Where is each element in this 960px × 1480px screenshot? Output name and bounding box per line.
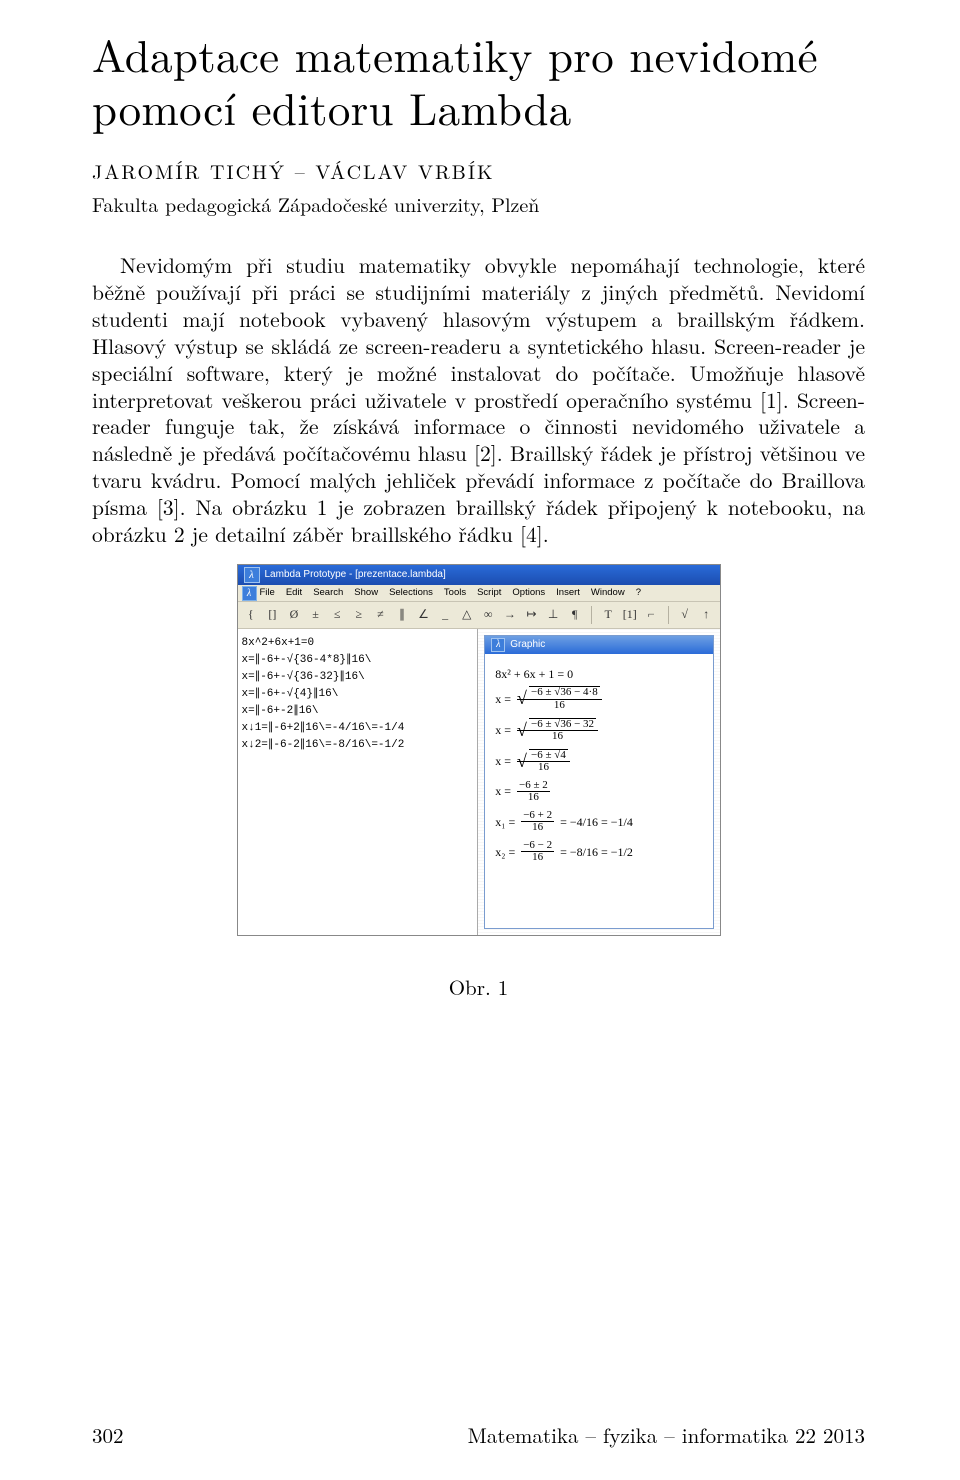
lambda-window: λ Lambda Prototype - [prezentace.lambda]… <box>237 564 721 936</box>
tb-angle[interactable]: ∠ <box>416 607 431 622</box>
lambda-menu-icon: λ <box>242 586 257 601</box>
tb-sqrt[interactable]: √ <box>677 607 692 622</box>
menu-options[interactable]: Options <box>512 587 545 598</box>
graphic-subwindow: λ Graphic 8x² + 6x + 1 = 0 x = −6 ± √36 … <box>484 635 713 929</box>
figure-caption: Obr. 1 <box>92 972 865 1002</box>
equation-line: x = −6 ± √36 − 32 16 <box>495 718 702 743</box>
page-number: 302 <box>92 1420 124 1450</box>
editor-line: x=∥-6+-2∥16\ <box>242 703 474 720</box>
article-body: Nevidomým při studiu matematiky obvykle … <box>92 252 865 548</box>
equation-line: x = −6 ± √36 − 4·8 16 <box>495 686 702 711</box>
tb-underscore[interactable]: _ <box>438 607 453 622</box>
toolbar: { [] Ø ± ≤ ≥ ≠ ∥ ∠ _ △ ∞ → ↦ ⊥ ¶ T [1] ⌐ <box>238 602 720 629</box>
page-footer: 302 Matematika – fyzika – informatika 22… <box>92 1420 865 1450</box>
tb-neg[interactable]: ⌐ <box>644 607 659 622</box>
equation-line: x₂ = −6 − 2 16 = −8/16 = −1/2 <box>495 840 702 864</box>
tb-le[interactable]: ≤ <box>330 607 345 622</box>
tb-brace[interactable]: { <box>244 607 259 622</box>
article-title: Adaptace matematiky pro nevidomé pomocí … <box>92 28 865 134</box>
tb-infinity[interactable]: ∞ <box>481 607 496 622</box>
graphic-body: 8x² + 6x + 1 = 0 x = −6 ± √36 − 4·8 16 x… <box>485 654 712 928</box>
editor-line: x↓2=∥-6-2∥16\=-8/16\=-1/2 <box>242 737 474 754</box>
equation-line: x₁ = −6 + 2 16 = −4/16 = −1/4 <box>495 810 702 834</box>
tb-parallel[interactable]: ∥ <box>395 607 410 622</box>
editor-line: x=∥-6+-√{4}∥16\ <box>242 686 474 703</box>
menu-insert[interactable]: Insert <box>556 587 580 598</box>
tb-brackets[interactable]: [] <box>265 607 280 622</box>
equation-line: x = −6 ± 2 16 <box>495 780 702 804</box>
lambda-icon: λ <box>244 567 260 583</box>
menu-help[interactable]: ? <box>636 587 641 598</box>
tb-mapsto[interactable]: ↦ <box>524 607 539 622</box>
tb-text[interactable]: T <box>601 607 616 622</box>
graphic-pane: λ Graphic 8x² + 6x + 1 = 0 x = −6 ± √36 … <box>478 629 719 935</box>
editor-line: x↓1=∥-6+2∥16\=-4/16\=-1/4 <box>242 720 474 737</box>
content-area: 8x^2+6x+1=0 x=∥-6+-√{36-4*8}∥16\ x=∥-6+-… <box>238 629 720 935</box>
menu-selections[interactable]: Selections <box>389 587 433 598</box>
tb-ge[interactable]: ≥ <box>351 607 366 622</box>
tb-arrow[interactable]: → <box>503 607 518 622</box>
menu-show[interactable]: Show <box>354 587 378 598</box>
menu-search[interactable]: Search <box>313 587 343 598</box>
graphic-titlebar: λ Graphic <box>485 636 712 654</box>
menu-edit[interactable]: Edit <box>286 587 302 598</box>
window-title: Lambda Prototype - [prezentace.lambda] <box>265 569 446 580</box>
menu-script[interactable]: Script <box>477 587 501 598</box>
editor-line: 8x^2+6x+1=0 <box>242 635 474 652</box>
journal-info: Matematika – fyzika – informatika 22 201… <box>468 1420 865 1450</box>
menu-bar: λ File Edit Search Show Selections Tools… <box>238 585 720 602</box>
tb-pilcrow[interactable]: ¶ <box>567 607 582 622</box>
tb-emptyset[interactable]: Ø <box>287 607 302 622</box>
tb-neq[interactable]: ≠ <box>373 607 388 622</box>
editor-line: x=∥-6+-√{36-32}∥16\ <box>242 669 474 686</box>
lambda-icon: λ <box>491 638 505 652</box>
window-titlebar: λ Lambda Prototype - [prezentace.lambda] <box>238 565 720 585</box>
tb-1bracket[interactable]: [1] <box>622 607 637 622</box>
equation-line: x = −6 ± √4 16 <box>495 749 702 774</box>
tb-up[interactable]: ↑ <box>699 607 714 622</box>
linear-editor[interactable]: 8x^2+6x+1=0 x=∥-6+-√{36-4*8}∥16\ x=∥-6+-… <box>238 629 479 935</box>
tb-perp[interactable]: ⊥ <box>546 607 561 622</box>
editor-line: x=∥-6+-√{36-4*8}∥16\ <box>242 652 474 669</box>
graphic-title: Graphic <box>510 639 545 650</box>
figure-container: λ Lambda Prototype - [prezentace.lambda]… <box>92 564 865 936</box>
equation-line: 8x² + 6x + 1 = 0 <box>495 668 702 681</box>
article-authors: JAROMÍR TICHÝ – VÁCLAV VRBÍK <box>92 156 865 185</box>
menu-file[interactable]: File <box>260 587 275 598</box>
menu-window[interactable]: Window <box>591 587 625 598</box>
tb-triangle[interactable]: △ <box>459 607 474 622</box>
tb-plusminus[interactable]: ± <box>308 607 323 622</box>
body-text: Nevidomým při studiu matematiky obvykle … <box>92 250 865 549</box>
menu-tools[interactable]: Tools <box>444 587 466 598</box>
article-affiliation: Fakulta pedagogická Západočeské univerzi… <box>92 189 865 218</box>
